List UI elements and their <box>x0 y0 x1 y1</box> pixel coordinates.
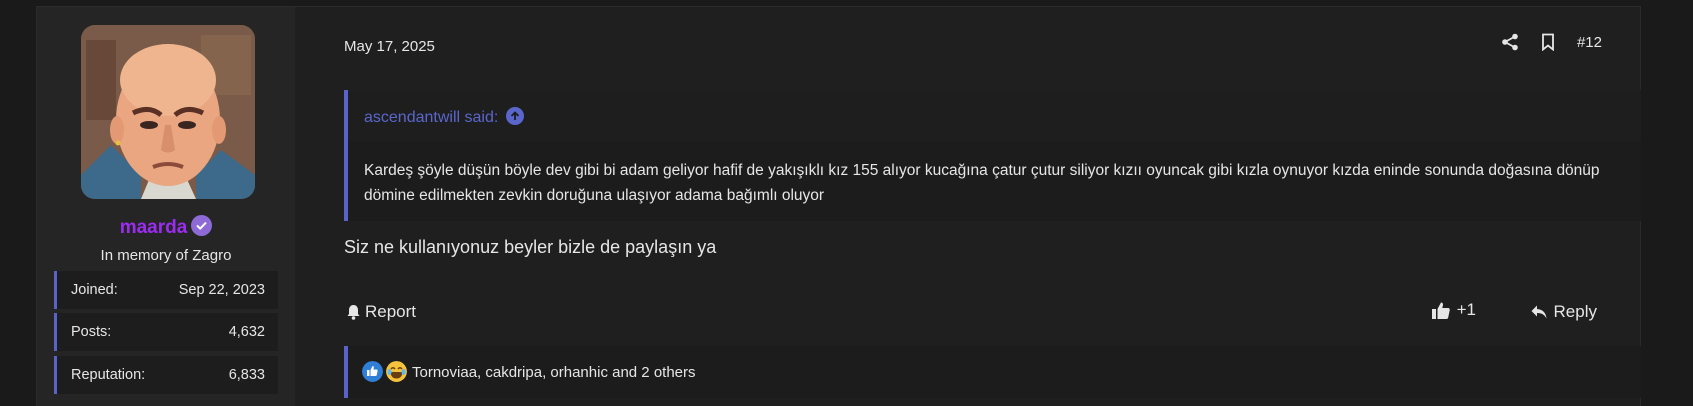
post-content: May 17, 2025 #12 ascendantwill said: Kar… <box>295 7 1642 406</box>
post-date[interactable]: May 17, 2025 <box>344 38 435 55</box>
reactions-bar[interactable]: Tornoviaa, cakdripa, orhanhic and 2 othe… <box>344 346 1641 398</box>
stat-posts: Posts: 4,632 <box>54 313 278 351</box>
like-reaction-icon <box>362 361 383 382</box>
bookmark-icon[interactable] <box>1539 33 1557 51</box>
reply-button[interactable]: Reply <box>1530 302 1597 322</box>
username[interactable]: maarda <box>120 217 188 238</box>
forum-post: maarda In memory of Zagro Joined: Sep 22… <box>36 6 1641 406</box>
stat-value: 4,632 <box>228 324 265 340</box>
username-row: maarda <box>37 215 295 239</box>
page: maarda In memory of Zagro Joined: Sep 22… <box>0 0 1693 406</box>
post-header-actions: #12 <box>1501 33 1602 51</box>
verified-badge-icon <box>191 215 213 236</box>
laugh-reaction-icon <box>386 361 407 382</box>
user-info-column: maarda In memory of Zagro Joined: Sep 22… <box>37 7 295 406</box>
reply-icon <box>1531 305 1547 319</box>
report-label: Report <box>365 302 417 321</box>
reply-label: Reply <box>1553 302 1597 321</box>
report-button[interactable]: Report <box>346 302 416 322</box>
share-icon[interactable] <box>1501 33 1519 51</box>
like-button[interactable]: +1 <box>1431 300 1476 320</box>
stat-value: Sep 22, 2023 <box>178 282 265 298</box>
stat-label: Joined: <box>71 282 118 298</box>
quote-author-link[interactable]: ascendantwill said: <box>364 107 525 127</box>
quote-text: Kardeş şöyle düşün böyle dev gibi bi ada… <box>364 162 1600 204</box>
thumbs-up-icon <box>1431 302 1450 319</box>
stat-label: Posts: <box>71 324 112 340</box>
arrow-up-icon[interactable] <box>506 107 525 125</box>
stat-reputation: Reputation: 6,833 <box>54 356 278 394</box>
like-count: +1 <box>1456 300 1476 319</box>
bell-icon <box>347 305 360 320</box>
reactions-list[interactable]: Tornoviaa, cakdripa, orhanhic and 2 othe… <box>412 364 696 381</box>
post-message: Siz ne kullanıyonuz beyler bizle de payl… <box>344 237 717 257</box>
user-title: In memory of Zagro <box>100 247 232 264</box>
stat-joined: Joined: Sep 22, 2023 <box>54 271 278 309</box>
avatar[interactable] <box>81 25 255 199</box>
quote-header: ascendantwill said: <box>348 90 1641 141</box>
stat-label: Reputation: <box>71 367 146 383</box>
quote-author[interactable]: ascendantwill said: <box>364 109 498 126</box>
quote-block: ascendantwill said: Kardeş şöyle düşün b… <box>344 90 1641 221</box>
post-number[interactable]: #12 <box>1577 34 1602 51</box>
stat-value: 6,833 <box>228 367 265 383</box>
